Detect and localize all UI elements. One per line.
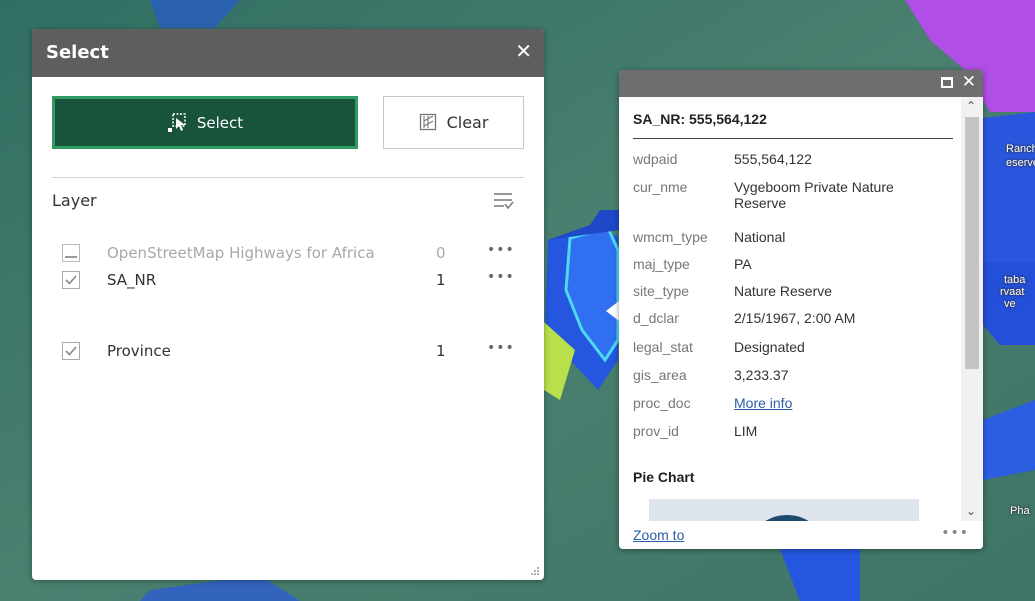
resize-grip-icon[interactable] (530, 566, 540, 576)
close-icon[interactable]: ✕ (962, 72, 976, 92)
map-label-ve: ve (1004, 298, 1016, 310)
layer-options-icon[interactable]: ••• (487, 242, 515, 258)
scroll-down-icon[interactable]: ⌄ (966, 504, 976, 518)
attribute-value: PA (734, 256, 752, 272)
attribute-key: site_type (633, 283, 690, 299)
popup-scrollbar[interactable]: ⌃ ⌄ (961, 97, 983, 521)
attribute-key: gis_area (633, 367, 687, 383)
map-label-ranch: Ranch (1006, 143, 1035, 155)
attribute-key: wdpaid (633, 151, 678, 167)
select-panel: Select ✕ Select Clear Layer OpenStreetMa… (32, 29, 544, 580)
popup-header[interactable]: ✕ (619, 70, 983, 97)
select-tool-icon (167, 112, 186, 132)
popup-content[interactable]: SA_NR: 555,564,122 wdpaid 555,564,122 cu… (619, 97, 961, 521)
divider (633, 138, 953, 139)
layer-count: 1 (436, 342, 446, 360)
popup-pointer (606, 301, 619, 321)
layer-name: Province (107, 342, 171, 360)
clear-button-label: Clear (446, 113, 489, 132)
select-panel-title: Select (46, 42, 109, 63)
divider (52, 177, 524, 178)
attribute-value: Designated (734, 339, 805, 355)
map-label-pha: Pha (1010, 505, 1030, 517)
clear-button[interactable]: Clear (383, 96, 524, 149)
more-options-icon[interactable]: ••• (941, 525, 969, 541)
layer-row-province[interactable]: Province 1 ••• (52, 339, 524, 363)
attribute-key: d_dclar (633, 310, 679, 326)
layer-checkbox-icon[interactable] (62, 271, 80, 289)
layer-name: OpenStreetMap Highways for Africa (107, 244, 375, 262)
attribute-key: maj_type (633, 256, 690, 272)
popup-title: SA_NR: 555,564,122 (633, 111, 767, 127)
attribute-value: Vygeboom Private Nature Reserve (734, 179, 894, 211)
pie-chart (649, 499, 919, 521)
layer-row-openstreetmap-highways[interactable]: OpenStreetMap Highways for Africa 0 ••• (52, 241, 524, 265)
layer-options-icon[interactable]: ••• (487, 340, 515, 356)
layer-checkbox-icon[interactable] (62, 342, 80, 360)
layer-disabled-checkbox-icon[interactable] (62, 244, 80, 262)
attribute-value: National (734, 229, 786, 245)
select-button[interactable]: Select (52, 96, 358, 149)
clear-selection-icon (419, 113, 436, 130)
attribute-key: legal_stat (633, 339, 693, 355)
attribute-value: 3,233.37 (734, 367, 789, 383)
zoom-to-link[interactable]: Zoom to (633, 527, 684, 543)
map-label-taba: taba (1004, 274, 1026, 286)
layer-row-sa-nr[interactable]: SA_NR 1 ••• (52, 268, 524, 292)
more-info-link[interactable]: More info (734, 395, 949, 411)
layer-name: SA_NR (107, 271, 157, 289)
close-icon[interactable]: ✕ (515, 39, 532, 63)
attribute-key: proc_doc (633, 395, 691, 411)
popup-footer: Zoom to ••• (619, 521, 983, 549)
scrollbar-thumb[interactable] (965, 117, 979, 369)
select-button-label: Select (196, 113, 244, 132)
layer-count: 0 (436, 244, 446, 262)
layer-options-icon[interactable]: ••• (487, 269, 515, 285)
map-label-reserve: eserve (1006, 157, 1035, 169)
select-panel-header[interactable]: Select ✕ (32, 29, 544, 77)
scroll-up-icon[interactable]: ⌃ (966, 99, 976, 113)
layer-header: Layer (52, 191, 97, 210)
attribute-value: 2/15/1967, 2:00 AM (734, 310, 856, 326)
layer-count: 1 (436, 271, 446, 289)
attribute-value: 555,564,122 (734, 151, 812, 167)
layer-filter-icon[interactable] (492, 191, 514, 211)
maximize-icon[interactable] (941, 77, 953, 88)
attribute-value: LIM (734, 423, 758, 439)
attribute-value: Nature Reserve (734, 283, 833, 299)
attribute-key: prov_id (633, 423, 679, 439)
pie-chart-heading: Pie Chart (633, 469, 695, 485)
map-label-rvaat: rvaat (1000, 286, 1025, 298)
attribute-key: cur_nme (633, 179, 688, 195)
attribute-key: wmcm_type (633, 229, 708, 245)
feature-popup: ✕ SA_NR: 555,564,122 wdpaid 555,564,122 … (619, 70, 983, 549)
reserve-polygon-east-1 (983, 112, 1035, 262)
